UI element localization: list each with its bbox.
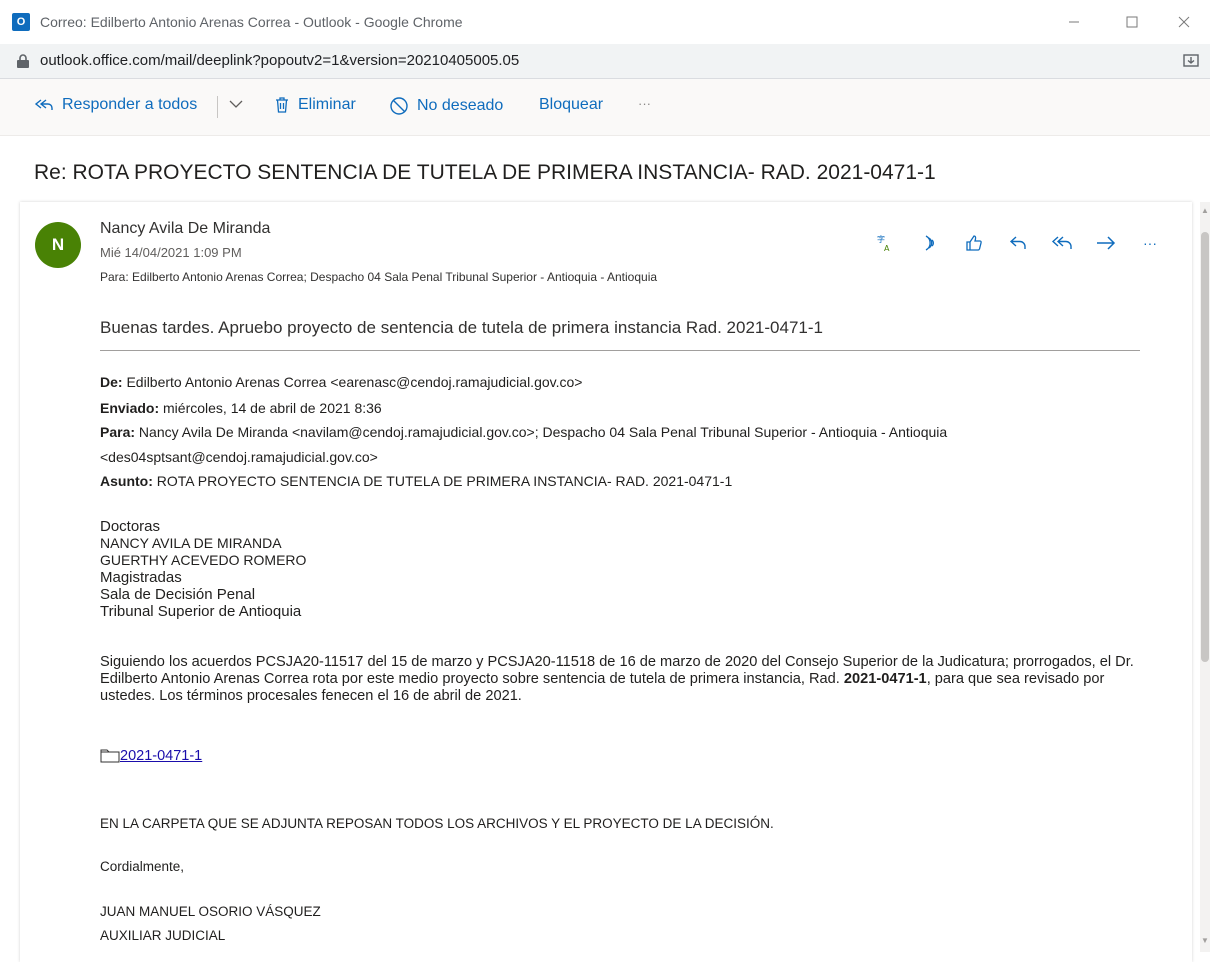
- to-recipients[interactable]: Edilberto Antonio Arenas Correa; Despach…: [132, 270, 657, 284]
- recipients-line: Para: Edilberto Antonio Arenas Correa; D…: [100, 270, 657, 284]
- block-label: Bloquear: [539, 96, 604, 113]
- closing-text: Cordialmente,: [100, 859, 185, 874]
- quoted-to-value: Nancy Avila De Miranda <navilam@cendoj.r…: [138, 424, 948, 440]
- address-bar[interactable]: outlook.office.com/mail/deeplink?popoutv…: [0, 44, 1210, 79]
- like-button[interactable]: [963, 232, 985, 254]
- quoted-sent: Enviado: miércoles, 14 de abril de 2021 …: [100, 400, 382, 416]
- scroll-thumb[interactable]: [1201, 232, 1209, 662]
- reply-all-button[interactable]: Responder a todos: [34, 96, 197, 114]
- block-icon: [390, 97, 408, 115]
- scroll-down-arrow[interactable]: ▼: [1201, 936, 1209, 946]
- folder-notice: EN LA CARPETA QUE SE ADJUNTA REPOSAN TOD…: [100, 816, 774, 831]
- body-paragraph: Siguiendo los acuerdos PCSJA20-11517 del…: [100, 654, 1160, 705]
- address-line: Tribunal Superior de Antioquia: [100, 603, 302, 620]
- quoted-to-continued: <des04sptsant@cendoj.ramajudicial.gov.co…: [100, 449, 378, 465]
- sent-date: Mié 14/04/2021 1:09 PM: [100, 245, 242, 260]
- minimize-button[interactable]: [1054, 8, 1094, 36]
- address-line: Doctoras: [100, 518, 161, 535]
- svg-text:A: A: [884, 244, 890, 253]
- delete-label: Eliminar: [298, 96, 356, 113]
- email-subject: Re: ROTA PROYECTO SENTENCIA DE TUTELA DE…: [34, 161, 936, 184]
- more-toolbar-button[interactable]: ···: [638, 96, 651, 111]
- quoted-from-value: Edilberto Antonio Arenas Correa <earenas…: [126, 374, 583, 390]
- quoted-sent-label: Enviado:: [100, 400, 160, 416]
- address-line: Sala de Decisión Penal: [100, 586, 256, 603]
- close-icon: [1178, 16, 1190, 28]
- signature-title: AUXILIAR JUDICIAL: [100, 928, 226, 943]
- message-actions: 字 A ···: [875, 232, 1183, 254]
- command-toolbar: Responder a todos Eliminar No deseado Bl…: [0, 79, 1210, 136]
- immersive-reader-icon: [925, 235, 934, 251]
- maximize-icon: [1126, 16, 1138, 28]
- outlook-app-icon: O: [12, 13, 30, 31]
- translate-icon: 字 A: [877, 234, 890, 253]
- quoted-subject-value: ROTA PROYECTO SENTENCIA DE TUTELA DE PRI…: [156, 473, 733, 489]
- quoted-sent-value: miércoles, 14 de abril de 2021 8:36: [163, 400, 382, 416]
- scroll-up-arrow[interactable]: ▲: [1201, 206, 1209, 216]
- reply-text: Buenas tardes. Apruebo proyecto de sente…: [100, 318, 823, 337]
- translate-button[interactable]: 字 A: [875, 232, 897, 254]
- block-button[interactable]: Bloquear: [539, 96, 603, 114]
- delete-button[interactable]: Eliminar: [274, 96, 356, 114]
- reply-icon: [1009, 236, 1026, 249]
- to-label: Para:: [100, 270, 129, 284]
- quoted-from-label: De:: [100, 374, 123, 390]
- close-window-button[interactable]: [1164, 8, 1204, 36]
- quoted-subject-label: Asunto:: [100, 473, 153, 489]
- minimize-icon: [1069, 21, 1079, 23]
- reply-all-icon: [1051, 236, 1072, 249]
- install-app-icon[interactable]: [1182, 52, 1200, 70]
- quote-divider: [100, 350, 1140, 351]
- thumbs-up-icon: [966, 235, 982, 251]
- more-icon: ···: [638, 96, 651, 111]
- maximize-button[interactable]: [1112, 8, 1152, 36]
- window-title: Correo: Edilberto Antonio Arenas Correa …: [40, 14, 463, 30]
- address-line: NANCY AVILA DE MIRANDA: [100, 535, 282, 551]
- folder-icon: [100, 749, 120, 763]
- reply-all-label: Responder a todos: [62, 96, 198, 113]
- address-line: GUERTHY ACEVEDO ROMERO: [100, 552, 307, 568]
- reply-button[interactable]: [1007, 232, 1029, 254]
- quoted-subject: Asunto: ROTA PROYECTO SENTENCIA DE TUTEL…: [100, 473, 732, 489]
- paragraph-bold-rad: 2021-0471-1: [843, 671, 927, 687]
- reply-all-icon: [34, 99, 53, 110]
- trash-icon: [276, 97, 288, 113]
- shared-folder-link[interactable]: 2021-0471-1: [100, 748, 202, 764]
- window-title-bar: O Correo: Edilberto Antonio Arenas Corre…: [0, 0, 1210, 44]
- quoted-to: Para: Nancy Avila De Miranda <navilam@ce…: [100, 424, 947, 440]
- more-icon: ···: [1143, 235, 1157, 251]
- reply-options-dropdown[interactable]: [229, 99, 251, 109]
- sender-name[interactable]: Nancy Avila De Miranda: [100, 220, 270, 238]
- address-line: Magistradas: [100, 569, 182, 586]
- message-card: N Nancy Avila De Miranda Mié 14/04/2021 …: [20, 202, 1192, 962]
- svg-text:字: 字: [877, 234, 885, 244]
- forward-arrow-icon: [1097, 236, 1116, 250]
- junk-button[interactable]: No deseado: [389, 96, 503, 116]
- signature-name: JUAN MANUEL OSORIO VÁSQUEZ: [100, 904, 321, 919]
- reply-all-message-button[interactable]: [1051, 232, 1073, 254]
- folder-link-text[interactable]: 2021-0471-1: [120, 748, 202, 764]
- avatar[interactable]: N: [35, 222, 81, 268]
- url-text[interactable]: outlook.office.com/mail/deeplink?popoutv…: [40, 52, 519, 69]
- chevron-down-icon: [229, 100, 243, 108]
- junk-label: No deseado: [417, 97, 504, 114]
- lock-icon: [17, 54, 29, 68]
- toolbar-divider: [217, 96, 218, 118]
- quoted-to-label: Para:: [100, 424, 136, 440]
- quoted-from: De: Edilberto Antonio Arenas Correa <ear…: [100, 374, 582, 390]
- forward-button[interactable]: [1095, 232, 1117, 254]
- immersive-reader-button[interactable]: [919, 232, 941, 254]
- more-actions-button[interactable]: ···: [1139, 232, 1161, 254]
